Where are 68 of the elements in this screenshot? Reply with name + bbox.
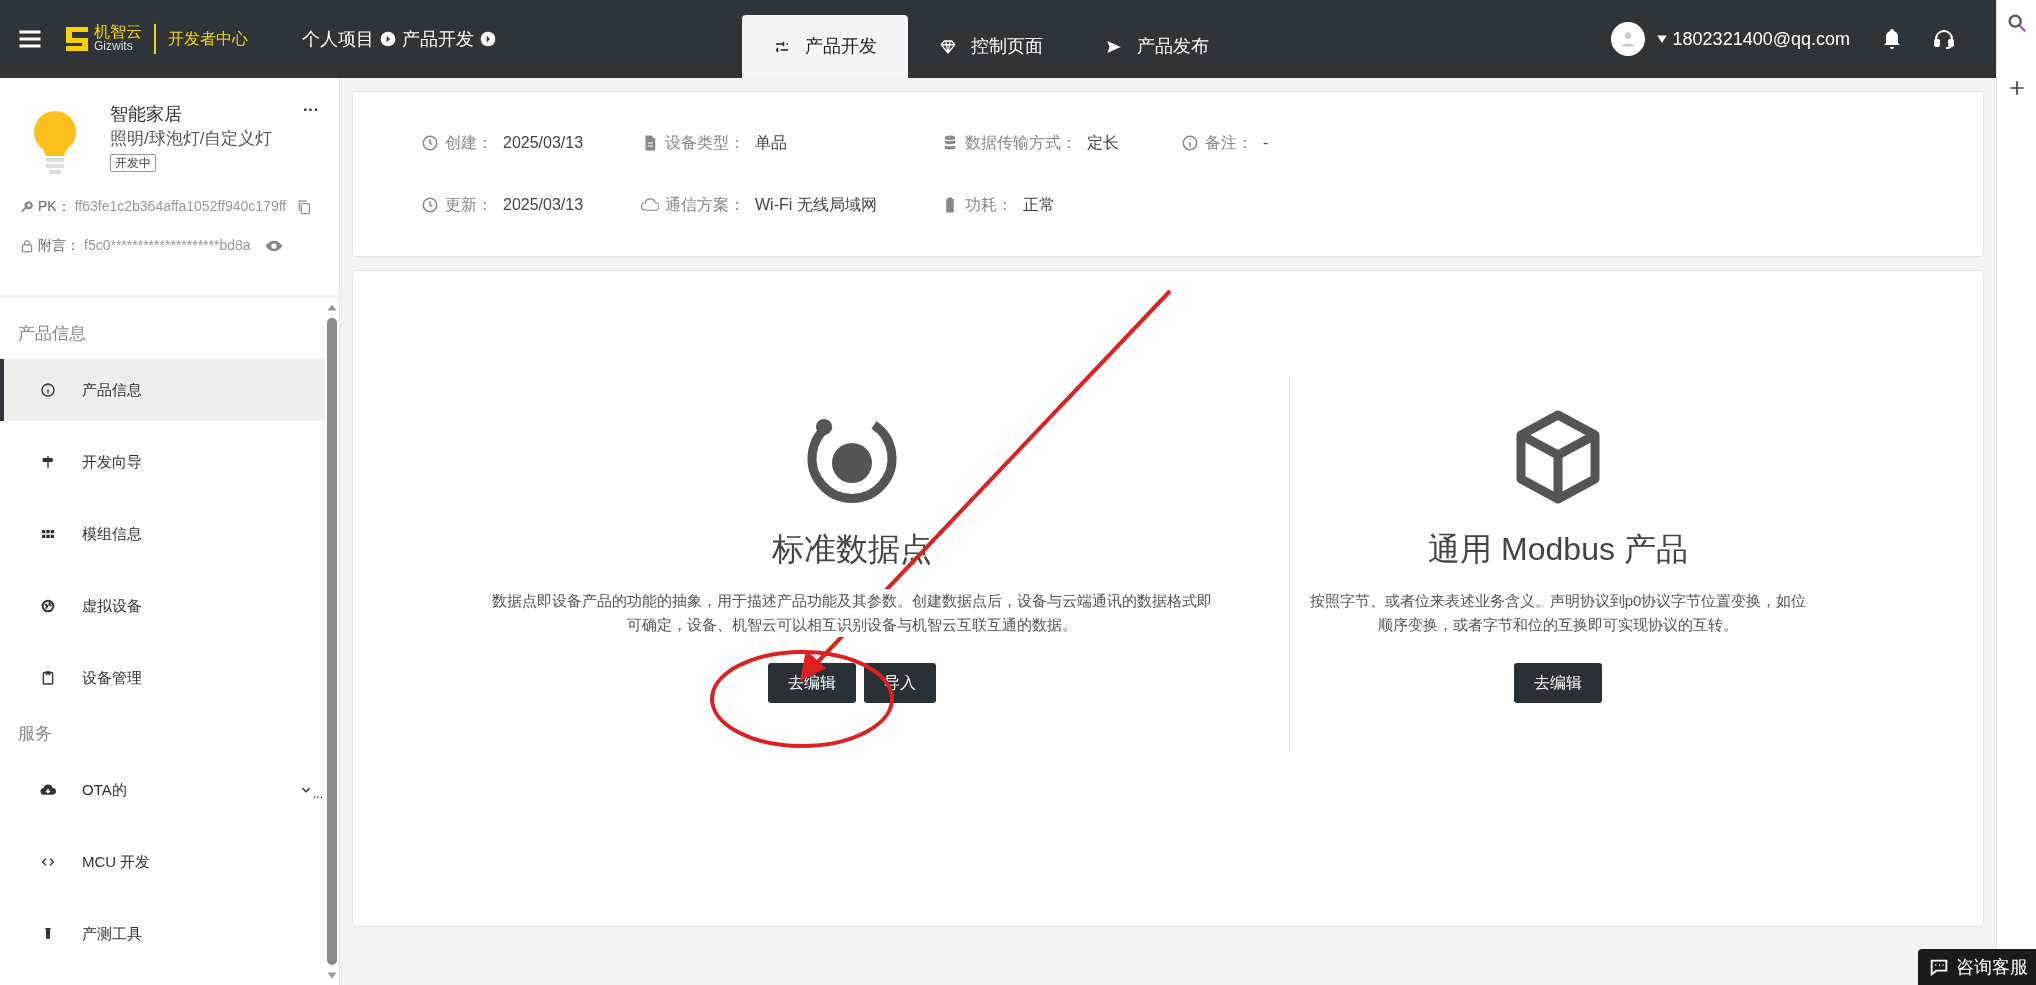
nav-tab[interactable]: 控制页面	[908, 15, 1074, 78]
breadcrumb-link[interactable]: 产品开发	[402, 25, 474, 53]
status-badge: 开发中	[110, 154, 156, 172]
globe-icon	[40, 598, 56, 614]
info-label: 功耗：	[965, 195, 1013, 215]
light-bulb-icon	[32, 110, 78, 176]
sidebar-item[interactable]: 设备管理	[0, 647, 325, 709]
info-value: 定长	[1087, 133, 1119, 153]
sidebar-item[interactable]: 模组信息	[0, 503, 325, 565]
product-category: 照明/球泡灯/自定义灯	[110, 128, 273, 150]
info-value: 2025/03/13	[503, 195, 584, 215]
sidebar-item[interactable]: 虚拟设备	[0, 575, 325, 637]
section-title: 服务	[17, 723, 53, 745]
info-label: 备注：	[1205, 133, 1253, 153]
sidebar-item[interactable]: 产测工具	[0, 903, 325, 965]
headset-icon[interactable]	[1932, 27, 1956, 51]
info-value: 2025/03/13	[503, 133, 584, 153]
sidebar-item[interactable]: OTA的 ...	[0, 759, 325, 821]
product-name: 智能家居	[110, 103, 183, 126]
info-label: 数据传输方式：	[965, 133, 1077, 153]
edit-button[interactable]: 去编辑	[768, 663, 856, 703]
sidebar-item[interactable]: 产品信息	[0, 359, 325, 421]
clock-icon	[421, 134, 439, 152]
signpost-icon	[40, 454, 56, 470]
portal-title: 开发者中心	[168, 29, 248, 49]
key-icon	[20, 199, 34, 214]
scroll-thumb[interactable]	[327, 318, 337, 965]
user-email[interactable]: 1802321400@qq.com	[1672, 25, 1850, 53]
logo-text: 机智云	[94, 24, 142, 39]
info-label: 创建：	[445, 133, 493, 153]
lock-icon	[20, 238, 34, 253]
avatar[interactable]	[1610, 22, 1645, 56]
clipboard-icon	[40, 670, 56, 686]
logo-icon	[64, 25, 90, 53]
cloud-download-icon	[40, 782, 56, 798]
info-icon	[1181, 134, 1199, 152]
nav-tab[interactable]: 产品开发	[742, 15, 908, 78]
copy-icon[interactable]	[296, 198, 313, 215]
chevron-circle-icon[interactable]	[380, 31, 396, 47]
cloud-icon	[641, 196, 659, 214]
sidebar-item[interactable]: MCU 开发	[0, 831, 325, 893]
info-label: 设备类型：	[665, 133, 745, 153]
more-text: ...	[313, 786, 323, 803]
diamond-icon	[939, 37, 957, 56]
edit-button[interactable]: 去编辑	[1514, 663, 1602, 703]
sidebar-item[interactable]: 开发向导	[0, 431, 325, 493]
info-label: 通信方案：	[665, 195, 745, 215]
section-title: 产品信息	[17, 323, 87, 345]
more-menu[interactable]: ···	[303, 102, 319, 176]
info-value: 单品	[755, 133, 787, 153]
scroll-up-icon	[326, 302, 338, 314]
info-icon	[40, 382, 56, 398]
chevron-circle-icon[interactable]	[480, 31, 496, 47]
info-value: -	[1263, 133, 1269, 153]
secret-value: f5c0********************bd8a	[84, 236, 251, 255]
info-label: 更新：	[445, 195, 493, 215]
pk-value: ff63fe1c2b364affa1052ff940c179ff	[74, 197, 287, 216]
info-value: 正常	[1023, 195, 1055, 215]
nav-tab[interactable]: 产品发布	[1074, 15, 1240, 78]
clock-icon	[421, 196, 439, 214]
secret-label: 附言：	[38, 236, 80, 255]
chat-button[interactable]: 咨询客服	[1918, 949, 2036, 985]
logo-subtext: Gizwits	[94, 39, 134, 54]
option-title: 通用 Modbus 产品	[1428, 530, 1688, 569]
cube-icon	[1515, 409, 1601, 505]
info-value: Wi-Fi 无线局域网	[755, 195, 877, 215]
breadcrumb-link[interactable]: 个人项目	[302, 25, 374, 53]
pk-label: PK：	[38, 197, 71, 216]
